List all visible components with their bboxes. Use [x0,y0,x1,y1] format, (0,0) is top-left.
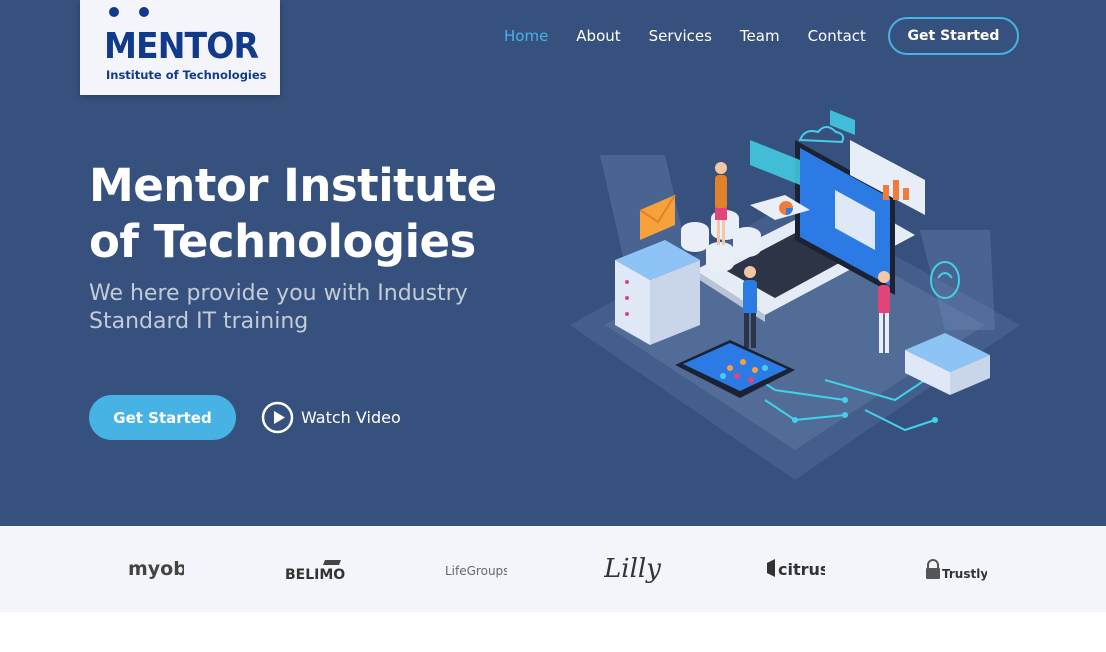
logo-tagline: Institute of Technologies [106,68,267,82]
trustly-logo-icon: Trustly [926,559,987,581]
hero-subtitle: We here provide you with Industry Standa… [89,281,468,334]
client-lifegroups: LifeGroups [445,554,507,586]
lilly-logo-icon: Lilly [604,554,661,584]
svg-text:BELIMO: BELIMO [285,567,345,583]
belimo-logo-icon: BELIMO [285,560,345,583]
watch-video-button[interactable]: Watch Video [261,400,401,434]
header-get-started-button[interactable]: Get Started [888,17,1019,55]
main-nav: Home About Services Team Contact [490,17,880,55]
nav-services[interactable]: Services [649,27,712,45]
client-trustly: Trustly [925,554,987,586]
lifegroups-logo-icon: LifeGroups [445,564,507,578]
client-belimo: BELIMO [285,554,347,586]
logo-wordmark: MENTOR [104,26,259,67]
svg-text:Lilly: Lilly [604,554,661,584]
hero-illustration [570,110,1020,480]
svg-text:myob: myob [128,558,184,580]
svg-text:LifeGroups: LifeGroups [445,564,507,578]
client-citrus: citrus [765,554,825,586]
client-lilly: Lilly [604,554,666,586]
svg-text:Trustly: Trustly [942,567,987,581]
myob-logo-icon: myob [128,558,184,580]
client-myob: myob [128,554,184,586]
hero-get-started-button[interactable]: Get Started [89,395,236,440]
watch-video-label: Watch Video [301,407,401,427]
nav-contact[interactable]: Contact [808,27,866,45]
citrus-logo-icon: citrus [767,559,825,579]
play-circle-icon [261,401,294,433]
nav-home[interactable]: Home [504,27,548,45]
svg-text:citrus: citrus [778,560,825,579]
clients-section: myob BELIMO LifeGroups Lilly citrus Trus… [0,526,1106,612]
nav-team[interactable]: Team [740,27,780,45]
hero-title: Mentor Institute of Technologies [89,159,497,268]
site-logo[interactable]: MENTOR Institute of Technologies [80,0,280,95]
nav-about[interactable]: About [576,27,620,45]
